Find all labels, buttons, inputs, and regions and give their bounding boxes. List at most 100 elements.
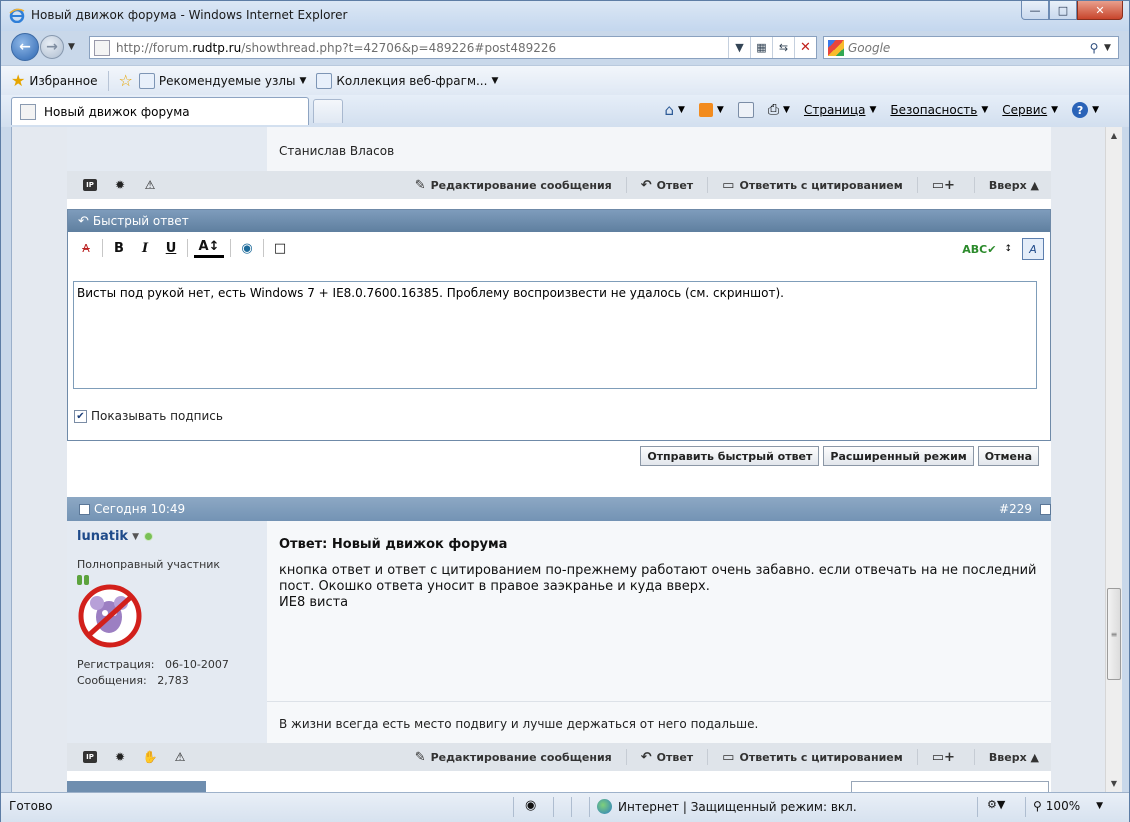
compat-view-icon[interactable]: ▦ — [750, 37, 772, 58]
checkbox-checked-icon[interactable]: ✔ — [74, 409, 87, 423]
reply-button[interactable]: ↶ Ответ — [641, 178, 693, 193]
report-icon[interactable]: ⚠ — [173, 750, 187, 764]
user-rank: Полноправный участник — [77, 558, 221, 571]
add-favorite-icon[interactable]: ☆ — [119, 71, 137, 90]
security-zone[interactable]: Интернет | Защищенный режим: вкл. — [597, 799, 857, 814]
protected-mode-icon[interactable]: ⚙▼ — [987, 798, 1005, 811]
up-link[interactable]: Вверх ▲ — [989, 179, 1039, 192]
page-menu[interactable]: Страница ▼ — [804, 103, 876, 117]
back-button[interactable]: ← — [11, 33, 39, 61]
underline-icon[interactable]: U — [161, 238, 181, 258]
help-button[interactable]: ? ▼ — [1072, 102, 1099, 118]
address-row: ← → ▼ http://forum.rudtp.ru/showthread.p… — [1, 31, 1129, 65]
maximize-button[interactable]: □ — [1049, 1, 1077, 20]
web-slice-gallery-link[interactable]: Коллекция веб-фрагм... ▼ — [316, 72, 498, 89]
suggested-sites-link[interactable]: Рекомендуемые узлы ▼ — [138, 72, 306, 89]
italic-icon[interactable]: I — [135, 238, 155, 258]
advanced-mode-button[interactable]: Расширенный режим — [823, 446, 974, 466]
resize-icon[interactable]: ↕ — [1004, 244, 1012, 254]
star-icon: ★ — [11, 71, 26, 90]
edit-post-button[interactable]: ✎ Редактирование сообщения — [415, 750, 612, 765]
edit-post-button[interactable]: ✎ Редактирование сообщения — [415, 178, 612, 193]
post-select-checkbox[interactable] — [1040, 503, 1051, 515]
home-button[interactable]: ⌂ ▼ — [664, 101, 684, 119]
thanks-icon[interactable]: ✋ — [143, 750, 158, 764]
spellcheck-icon[interactable]: ABC✔ — [962, 243, 996, 256]
search-input[interactable] — [848, 40, 1084, 55]
search-icon[interactable]: ⚲ — [1084, 41, 1104, 55]
scroll-thumb[interactable]: ≡ — [1107, 588, 1121, 680]
quick-reply-panel: ↶ Быстрый ответ A B I U A↕ ◉ □ ABC✔ ↕ A … — [67, 209, 1051, 441]
address-url[interactable]: http://forum.rudtp.ru/showthread.php?t=4… — [116, 41, 728, 55]
remove-format-icon[interactable]: A — [76, 238, 96, 258]
online-status-icon — [144, 533, 152, 540]
multiquote-button[interactable]: ▭+ — [932, 178, 960, 193]
privacy-icon[interactable]: ◉ — [525, 798, 536, 813]
post-number-link[interactable]: #229 — [999, 502, 1032, 516]
signature-text: Станислав Власов — [267, 127, 1051, 171]
history-dropdown-icon[interactable]: ▼ — [68, 42, 75, 52]
dropdown-icon[interactable]: ▼ — [728, 37, 750, 58]
post-body: lunatik ▼ Полноправный участник Регистра… — [67, 521, 1051, 743]
post-text: кнопка ответ и ответ с цитированием по-п… — [279, 563, 1037, 610]
search-box[interactable]: ⚲ ▼ — [823, 36, 1119, 59]
reply-icon: ↶ — [78, 213, 89, 229]
forum-column: Станислав Власов IP ✹ ⚠ ✎ Редактирование … — [67, 127, 1051, 792]
window-title: Новый движок форума - Windows Internet E… — [31, 8, 348, 22]
mail-icon[interactable] — [737, 102, 754, 118]
ip-icon[interactable]: IP — [83, 751, 97, 763]
post-header: Сегодня 10:49 #229 — [67, 497, 1051, 521]
quote-icon[interactable]: □ — [270, 238, 290, 258]
scroll-down-icon[interactable]: ▼ — [1106, 775, 1122, 792]
stop-icon[interactable]: ✕ — [794, 37, 816, 58]
post-signature: В жизни всегда есть место подвигу и лучш… — [267, 701, 1051, 743]
insert-link-icon[interactable]: ◉ — [237, 238, 257, 258]
title-bar: Новый движок форума - Windows Internet E… — [1, 1, 1129, 31]
quick-reply-buttons: Отправить быстрый ответ Расширенный режи… — [636, 446, 1039, 466]
status-text: Готово — [9, 799, 53, 813]
font-color-icon[interactable]: A↕ — [194, 238, 224, 258]
quote-button[interactable]: ▭ Ответить с цитированием — [722, 178, 903, 193]
quote-button[interactable]: ▭ Ответить с цитированием — [722, 750, 903, 765]
zoom-control[interactable]: ⚲ 100% ▼ — [1033, 799, 1103, 813]
submit-quick-reply-button[interactable]: Отправить быстрый ответ — [640, 446, 820, 466]
new-tab-button[interactable] — [313, 99, 343, 123]
report-icon[interactable]: ⚠ — [143, 178, 157, 192]
cancel-button[interactable]: Отмена — [977, 446, 1039, 466]
up-link[interactable]: Вверх ▲ — [989, 751, 1039, 764]
show-signature-checkbox[interactable]: ✔ Показывать подпись — [74, 409, 223, 423]
globe-icon — [597, 799, 612, 814]
search-options-icon[interactable]: ▼ — [1104, 43, 1118, 53]
command-bar: ⌂ ▼ ▼ ⎙ ▼ Страница ▼ Безопасность ▼ Сервис ▼ … — [650, 101, 1099, 119]
minimize-button[interactable]: — — [1021, 1, 1049, 20]
tab-forum[interactable]: Новый движок форума — [11, 97, 309, 125]
feeds-button[interactable]: ▼ — [698, 103, 724, 117]
vertical-scrollbar[interactable]: ▲ ≡ ▼ — [1105, 127, 1122, 792]
partial-header-block — [67, 781, 206, 792]
favorites-bar: ★ Избранное ☆ Рекомендуемые узлы ▼ Коллек… — [1, 65, 1129, 95]
post-action-bar: IP ✹ ✋ ⚠ ✎ Редактирование сообщения ↶ Отве… — [67, 743, 1051, 771]
page-icon — [20, 103, 36, 120]
partial-input-block — [851, 781, 1049, 792]
switch-mode-icon[interactable]: A — [1022, 238, 1044, 260]
reputation-icon[interactable]: ✹ — [113, 178, 127, 192]
forward-button[interactable]: → — [40, 35, 64, 59]
tools-menu[interactable]: Сервис ▼ — [1002, 103, 1058, 117]
user-info: lunatik ▼ Полноправный участник Регистра… — [67, 521, 267, 743]
scroll-up-icon[interactable]: ▲ — [1106, 127, 1122, 144]
refresh-icon[interactable]: ⇆ — [772, 37, 794, 58]
print-button[interactable]: ⎙ ▼ — [768, 102, 790, 118]
favorites-button[interactable]: ★ Избранное — [11, 71, 98, 90]
bold-icon[interactable]: B — [109, 238, 129, 258]
reputation-icon[interactable]: ✹ — [113, 750, 127, 764]
user-stats: Регистрация: 06-10-2007 Сообщения: 2,783 — [77, 658, 229, 687]
username-link[interactable]: lunatik ▼ — [77, 529, 257, 544]
quick-reply-textarea[interactable]: Висты под рукой нет, есть Windows 7 + IE… — [73, 281, 1037, 389]
multiquote-button[interactable]: ▭+ — [932, 750, 960, 765]
post-title: Ответ: Новый движок форума — [279, 537, 508, 552]
address-bar[interactable]: http://forum.rudtp.ru/showthread.php?t=4… — [89, 36, 817, 59]
close-button[interactable]: ✕ — [1077, 1, 1123, 20]
reply-button[interactable]: ↶ Ответ — [641, 750, 693, 765]
ip-icon[interactable]: IP — [83, 179, 97, 191]
safety-menu[interactable]: Безопасность ▼ — [890, 103, 988, 117]
